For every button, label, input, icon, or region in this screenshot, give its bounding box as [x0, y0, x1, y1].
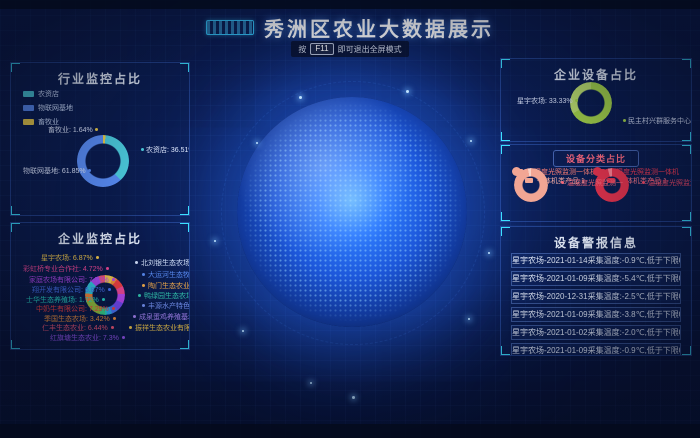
device-alarm-panel: 设备警报信息 星宇农场-2021-01-14采集温度:-0.9℃,低于下限0℃ … [500, 226, 692, 356]
page-title: 秀洲区农业大数据展示 [264, 13, 494, 42]
legend-swatch [23, 105, 34, 111]
donut-label-livestock: 畜牧业: 1.64% [48, 125, 100, 135]
panel-title: 行业监控占比 [11, 70, 189, 87]
label-dot [623, 119, 626, 122]
enterprise-device-panel: 企业设备占比 星宇农场: 33.33% 民主村兴群服务中心: [500, 58, 692, 142]
donut-label: 家庭农场有限公司: 7.72% [29, 275, 115, 285]
legend-item[interactable]: 物联网基地 [23, 103, 73, 113]
industry-monitor-panel: 行业监控占比 农资店 物联网基地 畜牧业 畜牧业: 1.64% 农资店: 36.… [10, 62, 190, 216]
star-dot [488, 252, 490, 254]
star-dot [468, 318, 470, 320]
donut-callout-right: 温湿度光照监测一 [642, 178, 692, 188]
donut-label: 丰源水产特色养殖场: 1. [142, 301, 190, 311]
legend-label: 农资店 [38, 89, 59, 99]
bottom-band [0, 424, 700, 438]
star-dot [310, 382, 312, 384]
donut-label: 成泉蛋鸡养殖基地: 15.02% [133, 312, 190, 322]
label-dot [575, 99, 578, 102]
donut-label: 星宇农场: 6.87% [41, 253, 99, 263]
enterprise-monitor-panel: 企业监控占比 星宇农场: 6.87% 彩虹桥专业合作社: 4.72% 家庭农场有… [10, 222, 190, 350]
panel-title: 企业设备占比 [501, 66, 691, 83]
fullscreen-hint: 按 F11 即可退出全屏模式 [0, 41, 700, 57]
donut-label: 中奶牛有限公司: 7.29% [36, 304, 115, 314]
donut-knob [593, 167, 602, 176]
top-band [0, 0, 700, 9]
alarm-row: 星宇农场-2021-01-14采集温度:-0.9℃,低于下限0℃ [511, 253, 681, 268]
alarm-row: 星宇农场-2021-01-09采集温度:-3.8℃,低于下限0℃ [511, 307, 681, 322]
header: 秀洲区农业大数据展示 [0, 13, 700, 42]
star-dot [470, 140, 472, 142]
alarm-row: 星宇农场-2021-01-09采集温度:-5.4℃,低于下限0℃ [511, 271, 681, 286]
label-dot [88, 169, 91, 172]
legend-swatch [23, 91, 34, 97]
donut-label-iot-base: 物联网基地: 61.85% [23, 166, 93, 176]
donut-label: 鸭绿园生态农场: 4.29% [138, 291, 190, 301]
donut-label-right: 民主村兴群服务中心: [621, 116, 692, 126]
panel-title: 设备警报信息 [501, 234, 691, 251]
donut-callout-left: 温湿度光照监测一 [561, 178, 623, 188]
donut-label: 彩虹桥专业合作社: 4.72% [23, 264, 109, 274]
legend-swatch [23, 119, 34, 125]
donut-label: 振祥生态农业有限公司: 6.87 [129, 323, 190, 333]
star-dot [256, 142, 258, 144]
hint-prefix: 按 [298, 44, 306, 55]
donut-label: 陶门生态农业科技有限公 [142, 281, 190, 291]
panel-title: 企业监控占比 [11, 230, 189, 247]
industry-donut-chart[interactable] [77, 135, 129, 187]
donut-knob [512, 167, 521, 176]
hint-suffix: 即可退出全屏模式 [338, 44, 402, 55]
label-dot [141, 148, 144, 151]
alarm-row: 星宇农场-2021-01-09采集温度:-0.9℃,低于下限0℃ [511, 343, 681, 356]
device-category-panel: 设备分类占比 温湿度光照监测一体机 一体机类产品 1 温湿度光照监测一体机 一体… [500, 144, 692, 222]
star-dot [406, 90, 409, 93]
alarm-row: 星宇农场-2021-01-02采集温度:-2.0℃,低于下限0℃ [511, 325, 681, 340]
legend-label: 物联网基地 [38, 103, 73, 113]
star-dot [352, 396, 355, 399]
star-dot [299, 96, 302, 99]
globe-highlight [237, 97, 467, 327]
f11-key-badge: F11 [310, 43, 333, 55]
donut-label-agri-store: 农资店: 36.51% [139, 145, 190, 155]
alarm-row: 星宇农场-2020-12-31采集温度:-2.5℃,低于下限0℃ [511, 289, 681, 304]
donut-label-left: 星宇农场: 33.33% [517, 96, 580, 106]
star-dot [214, 240, 216, 242]
panel-title: 设备分类占比 [553, 150, 639, 167]
donut-label: 大运河生态牧业有限责任公 [142, 270, 190, 280]
legend-item[interactable]: 农资店 [23, 89, 73, 99]
donut-label: 红旗塘生态农业: 7.3% [50, 333, 125, 343]
donut-label: 翔开发有限公司: 6.87% [32, 285, 111, 295]
star-dot [242, 330, 244, 332]
label-dot [95, 128, 98, 131]
donut-label: 仁丰生态农业: 6.44% [42, 323, 114, 333]
dashboard: 秀洲区农业大数据展示 按 F11 即可退出全屏模式 行业监控占比 农资店 物联网… [0, 0, 700, 438]
donut-label: 北刘银生态农场: 11.16% [135, 258, 190, 268]
brand-logo [206, 20, 254, 35]
globe [237, 97, 467, 327]
alarm-list: 星宇农场-2021-01-14采集温度:-0.9℃,低于下限0℃ 星宇农场-20… [511, 253, 681, 356]
